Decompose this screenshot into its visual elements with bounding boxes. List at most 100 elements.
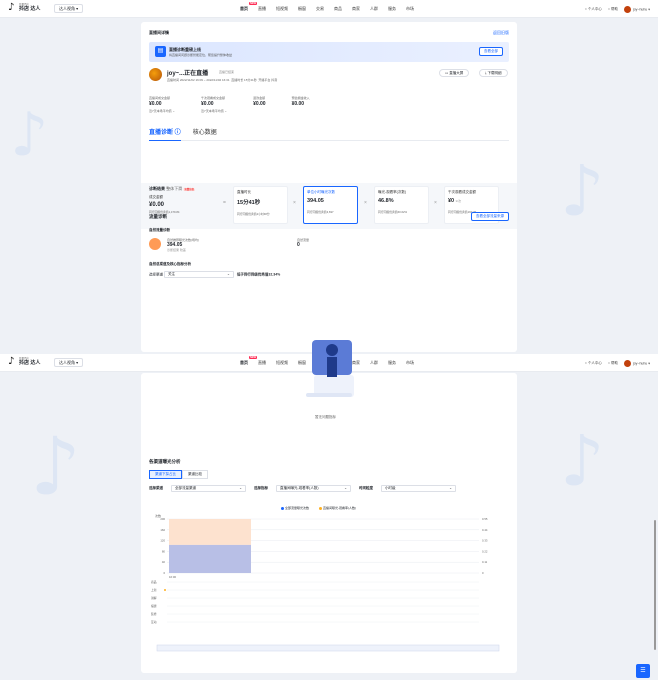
y-tick-label: 200 <box>160 517 165 521</box>
page-title: 直播间详情 <box>149 30 169 35</box>
nav-item-goods[interactable]: 商品 <box>334 6 342 12</box>
diagnosis-banner: ▤ 直播诊断重磅上线 将直播间问题诊断智能定位，帮您提升整体收益 查看全部 <box>149 42 509 62</box>
view-flow-source-button[interactable]: 查看全部流量来源 <box>471 212 509 221</box>
nav-item-crowd[interactable]: 人群 <box>370 360 378 366</box>
row-label: 上新 <box>151 588 157 592</box>
scrollbar[interactable] <box>654 520 656 650</box>
role-select[interactable]: 达人视角 ▾ <box>54 358 84 367</box>
channel-analysis-card: 暂无问题指标 各渠道曝光分析 渠道下探占比 渠道比较 选择渠道 全部流量渠道 ⌄… <box>141 340 517 673</box>
tabs: 直播诊断 ⓘ 核心数据 <box>149 127 509 141</box>
nav-item-service[interactable]: 服务 <box>388 360 396 366</box>
empty-illustration <box>306 340 354 397</box>
logo-icon: ♪ <box>8 356 15 367</box>
avatar <box>623 359 631 367</box>
logo[interactable]: ♪ 巨量百应 抖店 达人 <box>8 357 40 367</box>
y2-tick-label: 0.22 <box>482 549 488 553</box>
granularity-select[interactable]: 小时级 ⌄ <box>381 485 456 492</box>
x-tick-label: 16:00 <box>169 575 176 579</box>
top-navigation: ♪ 巨量百应 抖店 达人 达人视角 ▾ 首页 NEW 直播 短视频 橱窗 交易 商… <box>0 0 658 18</box>
logo-text: 抖店 达人 <box>19 5 41 12</box>
nav-item-merchant[interactable]: 商家 <box>352 6 360 12</box>
nav-item-video[interactable]: 短视频 <box>276 360 288 366</box>
personal-center-link[interactable]: ○ 个人中心 <box>585 7 602 12</box>
channel-section: 各渠道曝光分析 渠道下探占比 渠道比较 选择渠道 全部流量渠道 ⌄ 选择指标 直… <box>149 459 509 492</box>
channel-select[interactable]: 关注 ⌄ <box>163 271 234 278</box>
stat-gmv: 直播间成交金额 ¥0.00 近7天本场平均值 ⌄ <box>149 96 176 113</box>
personal-center-link[interactable]: ○ 个人中心 <box>585 361 602 366</box>
legend-item[interactable]: 直播间曝光-观看率(人数) <box>319 506 356 510</box>
nav-item-live[interactable]: 直播 <box>258 6 266 12</box>
chart-legend: 全部流量曝光次数 直播间曝光-观看率(人数) <box>281 506 356 510</box>
row-label: 互动 <box>151 620 157 624</box>
y-tick-label: 160 <box>160 528 165 532</box>
role-select[interactable]: 达人视角 ▾ <box>54 4 84 13</box>
y-tick-label: 80 <box>162 549 166 553</box>
nav-item-window[interactable]: 橱窗 <box>298 6 306 12</box>
new-badge: NEW <box>249 2 257 5</box>
avatar <box>623 5 631 13</box>
nav-item-live[interactable]: 直播 <box>258 360 266 366</box>
stats-row: 直播间成交金额 ¥0.00 近7天本场平均值 ⌄ 千次观看成交金额 ¥0.00 近7天本… <box>149 96 509 113</box>
logo-icon: ♪ <box>8 2 15 13</box>
row-label: 讲解 <box>151 596 157 600</box>
multiply-icon: × <box>364 200 367 206</box>
chat-icon[interactable]: ☰ <box>636 664 650 678</box>
background-logo-watermark: ♪ <box>560 150 605 232</box>
tab-core-data[interactable]: 核心数据 <box>193 127 217 136</box>
status-badge: 流量较低 <box>183 188 196 191</box>
view-all-button[interactable]: 查看全部 <box>479 47 503 56</box>
area-series-rate[interactable] <box>169 519 251 545</box>
help-link[interactable]: ○ 帮助 <box>608 7 618 12</box>
room-name: joy~...正在直播 <box>167 71 209 77</box>
row-label: 商品 <box>151 580 157 584</box>
nav-item-home[interactable]: 首页 NEW <box>240 356 257 366</box>
logo[interactable]: ♪ 巨量百应 抖店 达人 <box>8 3 40 13</box>
multiply-icon: × <box>293 200 296 206</box>
event-marker[interactable] <box>164 589 166 591</box>
nav-menu: 首页NEW 直播 短视频 橱窗 交易 商品 商家 人群 服务 市场 <box>240 0 424 18</box>
background-logo-watermark: ♪ <box>30 420 82 513</box>
stat-refund: 退款金额 ¥0.00 <box>253 96 266 107</box>
multiply-icon: × <box>434 200 437 206</box>
back-to-old-link[interactable]: 返回旧版 <box>493 30 509 36</box>
y2-tick-label: 0.55 <box>482 517 488 521</box>
tab-diagnosis[interactable]: 直播诊断 ⓘ <box>149 127 181 141</box>
flow-diagnosis: 流量诊断 查看全部流量来源 自然流量诊断 自然推荐曝光次数(场均) 394.05… <box>149 212 509 278</box>
banner-subtitle: 将直播间问题诊断智能定位，帮您提升整体收益 <box>169 53 233 57</box>
nav-item-market[interactable]: 市场 <box>406 6 414 12</box>
y2-tick-label: 0.44 <box>482 528 488 532</box>
y-tick-label: 120 <box>160 539 165 543</box>
section-title: 各渠道曝光分析 <box>149 459 181 464</box>
room-info: joy~...正在直播 直播已结束 直播时间 2022/11/02 16:09 … <box>149 66 509 92</box>
live-screen-button[interactable]: ▭ 直播大屏 <box>439 69 470 77</box>
download-button[interactable]: ⤓ 下载明细 <box>479 69 508 77</box>
nav-item-video[interactable]: 短视频 <box>276 6 288 12</box>
row-label: 福袋 <box>151 604 157 608</box>
nav-item-trade[interactable]: 交易 <box>316 6 324 12</box>
stat-commission: 预估佣金收入 ¥0.00 <box>291 96 310 107</box>
avatar <box>149 68 162 81</box>
stat-gpm: 千次观看成交金额 ¥0.00 近7天本场平均值 ⌄ <box>201 96 228 113</box>
background-logo-watermark: ♪ <box>560 420 605 502</box>
timeline-scrollbar[interactable] <box>156 644 500 652</box>
exposure-chart: 次数 200 0.55160 0.44120 0.3380 0.2240 0.110 016… <box>151 513 500 652</box>
y2-tick-label: 0.11 <box>482 560 488 564</box>
nav-item-home[interactable]: 首页 NEW <box>240 2 257 12</box>
room-meta: 直播时间 2022/11/02 16:09 ~ 2022/11/02 16:31… <box>167 78 278 82</box>
help-link[interactable]: ○ 帮助 <box>608 361 618 366</box>
user-menu[interactable]: joy~huhu ▾ <box>623 359 650 367</box>
area-series-exposure[interactable] <box>169 544 251 573</box>
y-tick-label: 0 <box>163 571 165 575</box>
tab-channel-compare[interactable]: 渠道比较 <box>182 470 208 479</box>
diagnosis-icon: ▤ <box>155 46 166 57</box>
nav-item-crowd[interactable]: 人群 <box>370 6 378 12</box>
nav-item-service[interactable]: 服务 <box>388 6 396 12</box>
user-menu[interactable]: joy~huhu ▾ <box>623 5 650 13</box>
channel-filter-select[interactable]: 全部流量渠道 ⌄ <box>171 485 246 492</box>
metric-filter-select[interactable]: 直播间曝光-观看率(人数) ⌄ <box>276 485 351 492</box>
tab-channel-share[interactable]: 渠道下探占比 <box>149 470 182 479</box>
y2-tick-label: 0 <box>482 571 484 575</box>
nav-item-market[interactable]: 市场 <box>406 360 414 366</box>
legend-item[interactable]: 全部流量曝光次数 <box>281 506 309 510</box>
y-tick-label: 40 <box>162 560 166 564</box>
